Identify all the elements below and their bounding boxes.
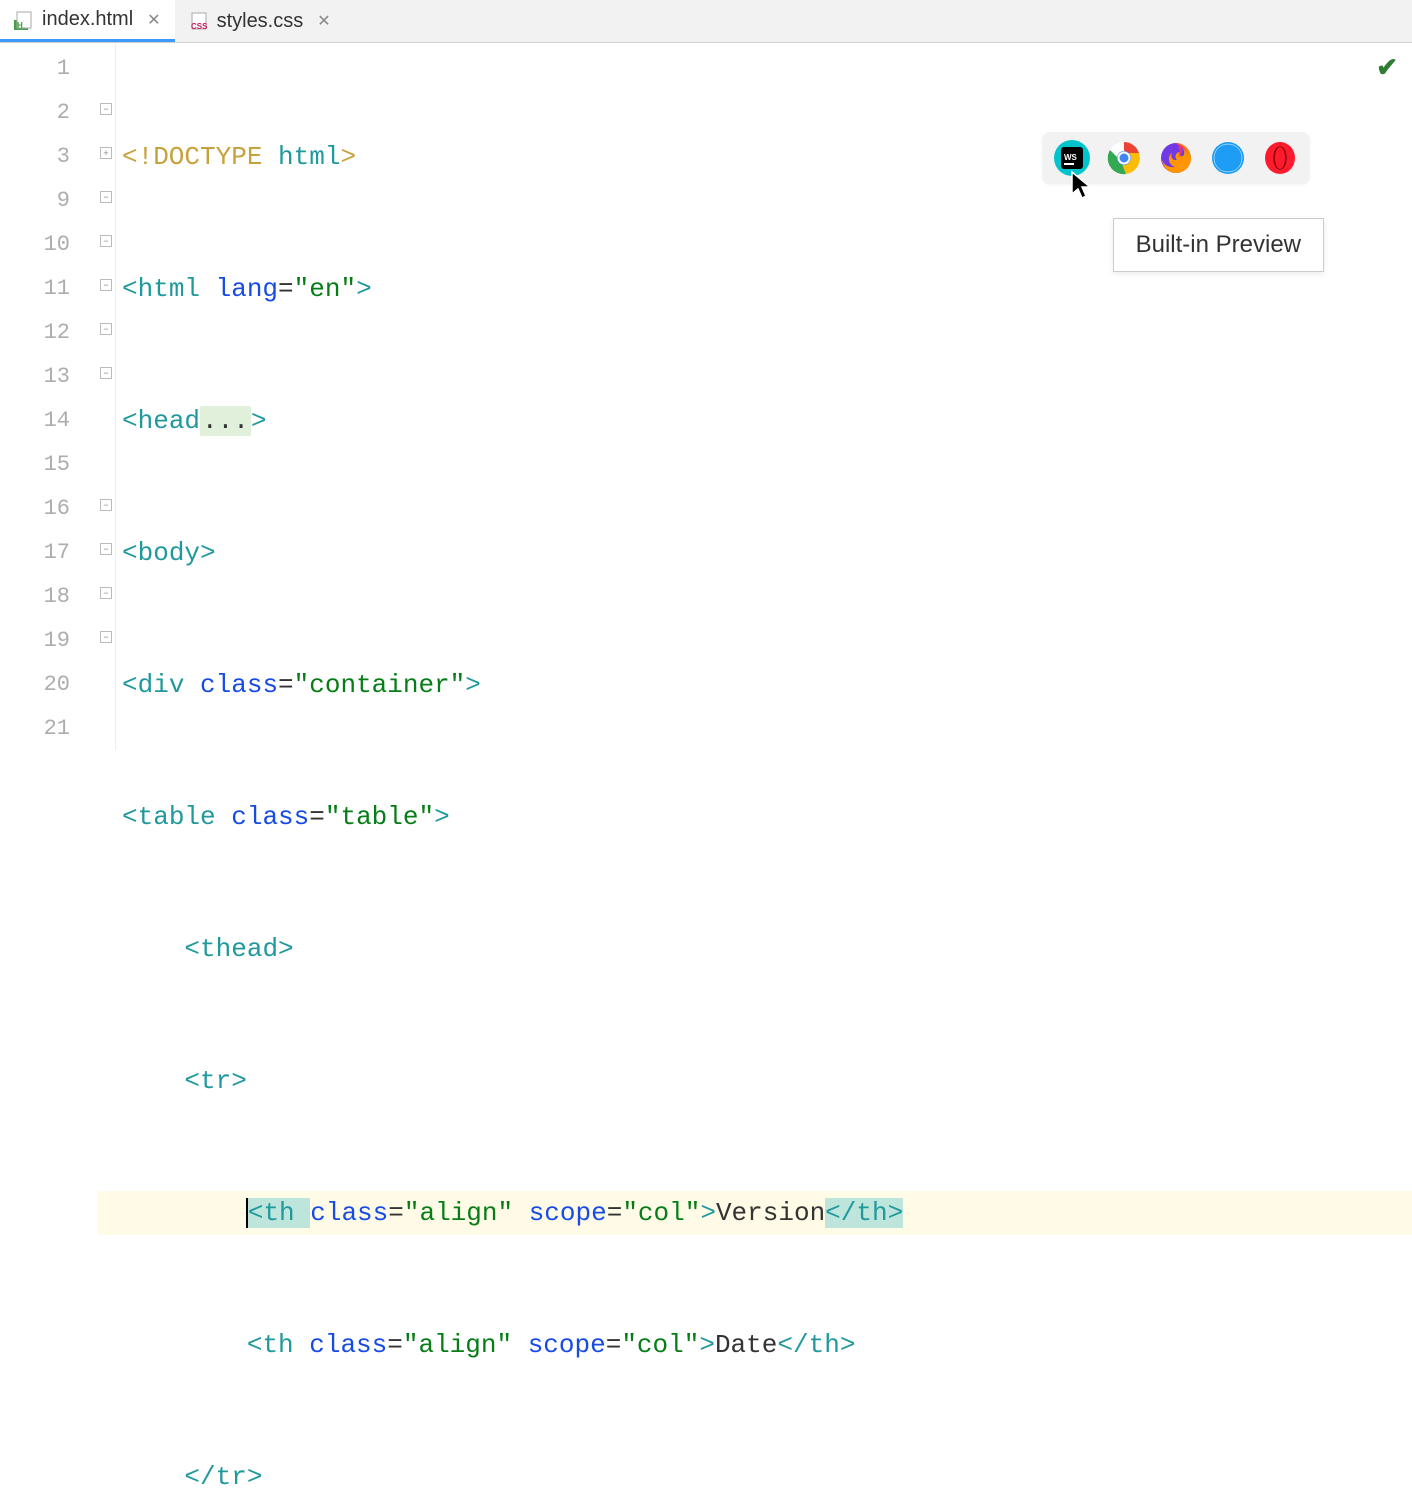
- code-line[interactable]: <html lang="en">: [122, 267, 1412, 311]
- tab-label: styles.css: [217, 10, 304, 33]
- tab-index-html[interactable]: H index.html ✕: [0, 0, 175, 42]
- line-number: 11: [0, 267, 70, 311]
- folded-region[interactable]: ...: [200, 406, 251, 436]
- line-number: 3: [0, 135, 70, 179]
- line-number: 10: [0, 223, 70, 267]
- close-tab-icon[interactable]: ✕: [147, 10, 160, 30]
- chrome-icon[interactable]: [1106, 140, 1142, 176]
- svg-text:CSS: CSS: [191, 22, 208, 31]
- line-gutter: 1 2 3 9 10 11 12 13 14 15 16 17 18 19 20…: [0, 43, 98, 750]
- code-line[interactable]: <body>: [122, 531, 1412, 575]
- code-line[interactable]: <div class="container">: [122, 663, 1412, 707]
- mouse-cursor-icon: [1070, 170, 1094, 208]
- code-line[interactable]: <th class="align" scope="col">Date</th>: [122, 1323, 1412, 1367]
- code-line[interactable]: </tr>: [122, 1455, 1412, 1499]
- tab-label: index.html: [42, 8, 133, 31]
- line-number: 13: [0, 355, 70, 399]
- code-line[interactable]: <tr>: [122, 1059, 1412, 1103]
- css-file-icon: CSS: [189, 11, 209, 31]
- line-number: 16: [0, 487, 70, 531]
- line-number: 19: [0, 619, 70, 663]
- html-file-icon: H: [14, 10, 34, 30]
- close-tab-icon[interactable]: ✕: [317, 11, 330, 31]
- line-number: 1: [0, 47, 70, 91]
- tab-styles-css[interactable]: CSS styles.css ✕: [175, 0, 345, 42]
- line-number: 18: [0, 575, 70, 619]
- opera-icon[interactable]: [1262, 140, 1298, 176]
- svg-text:H: H: [17, 21, 23, 30]
- code-line[interactable]: <thead>: [122, 927, 1412, 971]
- svg-text:WS: WS: [1064, 153, 1078, 162]
- line-number: 2: [0, 91, 70, 135]
- line-number: 17: [0, 531, 70, 575]
- tooltip-text: Built-in Preview: [1136, 231, 1301, 258]
- line-number: 14: [0, 399, 70, 443]
- tab-bar: H index.html ✕ CSS styles.css ✕: [0, 0, 1412, 43]
- code-line[interactable]: <table class="table">: [122, 795, 1412, 839]
- line-number: 12: [0, 311, 70, 355]
- line-number: 20: [0, 663, 70, 707]
- line-number: 21: [0, 707, 70, 751]
- firefox-icon[interactable]: [1158, 140, 1194, 176]
- inspection-ok-icon[interactable]: ✔: [1376, 52, 1398, 83]
- line-number: 15: [0, 443, 70, 487]
- code-line-current[interactable]: <th class="align" scope="col">Version</t…: [98, 1191, 1412, 1235]
- safari-icon[interactable]: [1210, 140, 1246, 176]
- line-number: 9: [0, 179, 70, 223]
- code-line[interactable]: <head...>: [122, 399, 1412, 443]
- tooltip-builtin-preview: Built-in Preview: [1113, 218, 1324, 272]
